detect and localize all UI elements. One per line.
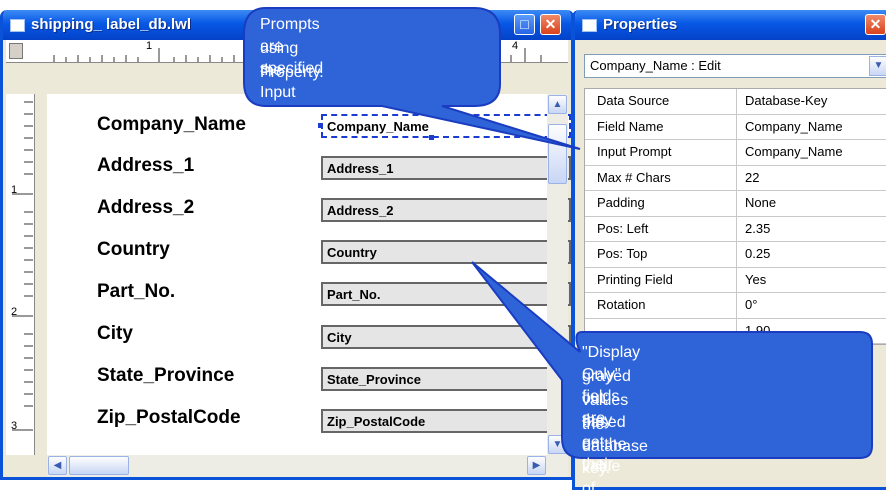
property-value[interactable]: 0.25 — [737, 242, 886, 261]
callout-line: the database key. — [582, 416, 648, 477]
property-name: Field Name — [585, 114, 737, 139]
vruler-ticks — [12, 101, 33, 431]
property-row[interactable]: Input Prompt Company_Name — [585, 140, 886, 166]
ruler-corner-button[interactable] — [9, 43, 23, 59]
property-value[interactable]: Company_Name — [737, 115, 886, 134]
property-value[interactable]: Database-Key — [737, 89, 886, 108]
object-selector-value: Company_Name : Edit — [590, 58, 721, 73]
property-row[interactable]: Padding None — [585, 191, 886, 217]
field-label[interactable]: Country — [97, 239, 170, 261]
field-label[interactable]: Part_No. — [97, 281, 175, 303]
property-value[interactable]: None — [737, 191, 886, 210]
property-row[interactable]: Data Source Database-Key — [585, 89, 886, 115]
scroll-left-button[interactable]: ◀ — [48, 456, 67, 475]
property-name: Input Prompt — [585, 140, 737, 165]
horizontal-scroll-thumb[interactable] — [69, 456, 129, 475]
vertical-ruler: 1 2 3 — [6, 94, 35, 455]
property-row[interactable]: Pos: Left 2.35 — [585, 216, 886, 242]
field-label[interactable]: Company_Name — [97, 114, 246, 136]
properties-titlebar[interactable]: Properties ✕ — [575, 10, 886, 40]
layout-window-title: shipping_ label_db.lwl — [31, 16, 192, 33]
vruler-mark-3: 3 — [11, 420, 18, 432]
property-name: Padding — [585, 191, 737, 216]
property-name: Data Source — [585, 89, 737, 114]
ruler-mark-1: 1 — [146, 40, 153, 52]
property-row[interactable]: Field Name Company_Name — [585, 114, 886, 140]
vruler-mark-1: 1 — [11, 184, 18, 196]
callout-line: Property. — [260, 64, 324, 81]
property-value[interactable]: 22 — [737, 166, 886, 185]
object-selector-dropdown[interactable]: Company_Name : Edit ▼ — [584, 54, 886, 78]
property-row[interactable]: Max # Chars 22 — [585, 165, 886, 191]
field-label[interactable]: Address_2 — [97, 197, 194, 219]
property-name: Max # Chars — [585, 165, 737, 190]
property-name: Pos: Left — [585, 216, 737, 241]
properties-close-button[interactable]: ✕ — [865, 14, 886, 35]
field-label[interactable]: City — [97, 323, 133, 345]
document-icon — [10, 19, 25, 32]
chevron-down-icon[interactable]: ▼ — [869, 56, 886, 76]
property-value[interactable]: Company_Name — [737, 140, 886, 159]
display-only-field[interactable]: Address_1 — [321, 156, 571, 180]
properties-title: Properties — [603, 16, 678, 33]
vruler-mark-2: 2 — [11, 306, 18, 318]
field-label[interactable]: Zip_PostalCode — [97, 407, 241, 429]
field-label[interactable]: State_Province — [97, 365, 234, 387]
callout-bubble-shape — [471, 261, 873, 459]
display-only-field[interactable]: Address_2 — [321, 198, 571, 222]
property-value[interactable]: 2.35 — [737, 217, 886, 236]
field-label[interactable]: Address_1 — [97, 155, 194, 177]
properties-icon — [582, 19, 597, 32]
